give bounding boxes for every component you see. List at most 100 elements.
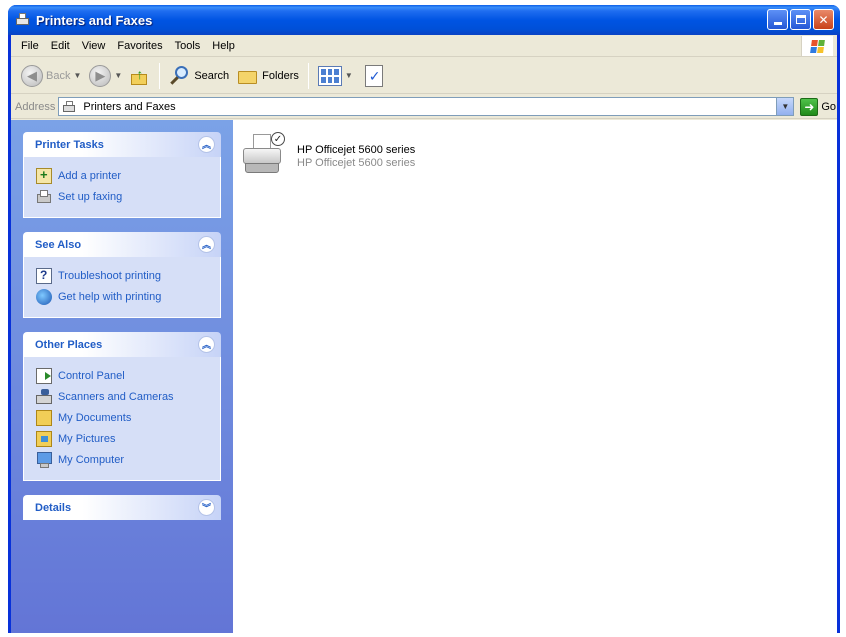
fax-icon: [36, 189, 52, 205]
expand-chevron-icon[interactable]: ︾: [198, 499, 215, 516]
default-printer-check-icon: ✓: [271, 132, 285, 146]
go-label: Go: [821, 100, 837, 113]
close-button[interactable]: ✕: [813, 9, 834, 30]
panel-details: Details ︾: [23, 495, 221, 520]
toolbar-separator: [307, 62, 309, 89]
printer-icon: ✓: [241, 132, 287, 178]
printer-item[interactable]: ✓ HP Officejet 5600 series HP Officejet …: [241, 132, 415, 178]
place-my-computer[interactable]: My Computer: [36, 449, 210, 470]
task-label: Troubleshoot printing: [58, 269, 161, 282]
place-my-pictures[interactable]: My Pictures: [36, 428, 210, 449]
task-pane: Printer Tasks ︽ Add a printer Set up fax…: [11, 120, 233, 633]
place-label: My Documents: [58, 411, 132, 424]
collapse-chevron-icon[interactable]: ︽: [198, 336, 215, 353]
address-label: Address: [15, 100, 56, 113]
task-label: Add a printer: [58, 169, 121, 182]
search-button[interactable]: Search: [165, 61, 233, 91]
views-dropdown-icon[interactable]: ▼: [345, 71, 353, 80]
task-set-up-faxing[interactable]: Set up faxing: [36, 186, 210, 207]
panel-header[interactable]: Other Places ︽: [23, 332, 221, 357]
panel-body: Troubleshoot printing Get help with prin…: [23, 257, 221, 318]
panel-other-places: Other Places ︽ Control Panel Scanners an…: [23, 332, 221, 481]
add-printer-icon: [36, 167, 52, 184]
printer-folder-icon: [16, 13, 30, 27]
minimize-icon: [773, 22, 782, 25]
title-bar[interactable]: Printers and Faxes ✕: [8, 5, 840, 35]
go-arrow-icon: ➜: [800, 97, 819, 116]
folders-icon: [237, 67, 259, 85]
folders-button[interactable]: Folders: [233, 61, 303, 91]
maximize-icon: [795, 15, 806, 24]
panel-title: Details: [35, 501, 72, 514]
checkmark-document-icon: ✓: [364, 64, 383, 87]
panel-printer-tasks: Printer Tasks ︽ Add a printer Set up fax…: [23, 132, 221, 218]
menu-view[interactable]: View: [76, 38, 112, 54]
folder-options-button[interactable]: ✓: [357, 61, 387, 91]
back-button[interactable]: ◀ Back ▼: [17, 61, 85, 91]
forward-dropdown-icon[interactable]: ▼: [114, 71, 122, 80]
menu-tools[interactable]: Tools: [169, 38, 207, 54]
my-pictures-icon: [36, 430, 52, 447]
panel-body: Control Panel Scanners and Cameras My Do…: [23, 357, 221, 481]
close-icon: ✕: [818, 12, 829, 27]
place-label: Control Panel: [58, 369, 125, 382]
collapse-chevron-icon[interactable]: ︽: [198, 236, 215, 253]
menu-bar: File Edit View Favorites Tools Help: [11, 35, 837, 57]
windows-flag-icon: [810, 39, 825, 53]
panel-title: See Also: [35, 238, 82, 251]
control-panel-icon: [36, 367, 52, 384]
task-troubleshoot-printing[interactable]: Troubleshoot printing: [36, 265, 210, 286]
address-dropdown-icon[interactable]: ▼: [776, 98, 794, 115]
back-label: Back: [46, 69, 71, 82]
panel-see-also: See Also ︽ Troubleshoot printing Get hel…: [23, 232, 221, 318]
up-folder-icon: ↑: [130, 66, 150, 86]
panel-body: Add a printer Set up faxing: [23, 157, 221, 218]
maximize-button[interactable]: [790, 9, 811, 30]
panel-header[interactable]: Details ︾: [23, 495, 221, 520]
back-arrow-icon: ◀: [21, 64, 43, 87]
printer-folder-icon: [63, 100, 79, 113]
globe-icon: [36, 288, 52, 305]
scanner-icon: [36, 388, 52, 405]
task-label: Set up faxing: [58, 190, 123, 203]
place-label: Scanners and Cameras: [58, 390, 174, 403]
panel-title: Other Places: [35, 338, 103, 351]
place-scanners-and-cameras[interactable]: Scanners and Cameras: [36, 386, 210, 407]
menu-file[interactable]: File: [15, 38, 45, 54]
minimize-button[interactable]: [767, 9, 788, 30]
back-dropdown-icon[interactable]: ▼: [73, 71, 81, 80]
menu-help[interactable]: Help: [206, 38, 241, 54]
views-icon: [317, 65, 342, 86]
windows-logo: [801, 36, 833, 56]
menu-favorites[interactable]: Favorites: [111, 38, 168, 54]
address-field[interactable]: Printers and Faxes ▼: [58, 97, 795, 116]
search-label: Search: [194, 69, 230, 82]
panel-header[interactable]: Printer Tasks ︽: [23, 132, 221, 157]
task-label: Get help with printing: [58, 290, 162, 303]
panel-header[interactable]: See Also ︽: [23, 232, 221, 257]
explorer-window: Printers and Faxes ✕ File Edit View Favo…: [8, 5, 840, 633]
views-button[interactable]: ▼: [314, 61, 357, 91]
toolbar-separator: [159, 62, 161, 89]
printer-model: HP Officejet 5600 series: [297, 157, 416, 169]
up-button[interactable]: ↑: [126, 61, 154, 91]
menu-edit[interactable]: Edit: [45, 38, 76, 54]
toolbar: ◀ Back ▼ ▶ ▼ ↑ Search Folders ▼ ✓: [11, 58, 837, 94]
search-icon: [169, 65, 191, 87]
my-documents-icon: [36, 409, 52, 426]
collapse-chevron-icon[interactable]: ︽: [198, 136, 215, 153]
window-title: Printers and Faxes: [36, 12, 153, 28]
task-get-help-with-printing[interactable]: Get help with printing: [36, 286, 210, 307]
folders-label: Folders: [262, 69, 299, 82]
address-value: Printers and Faxes: [83, 100, 176, 113]
place-control-panel[interactable]: Control Panel: [36, 365, 210, 386]
place-label: My Pictures: [58, 432, 116, 445]
printer-name: HP Officejet 5600 series: [297, 144, 416, 156]
my-computer-icon: [36, 451, 52, 468]
forward-button[interactable]: ▶ ▼: [85, 61, 126, 91]
address-bar: Address Printers and Faxes ▼ ➜ Go: [11, 95, 837, 119]
go-button[interactable]: ➜ Go: [800, 97, 837, 116]
place-my-documents[interactable]: My Documents: [36, 407, 210, 428]
panel-title: Printer Tasks: [35, 138, 104, 151]
task-add-printer[interactable]: Add a printer: [36, 165, 210, 186]
